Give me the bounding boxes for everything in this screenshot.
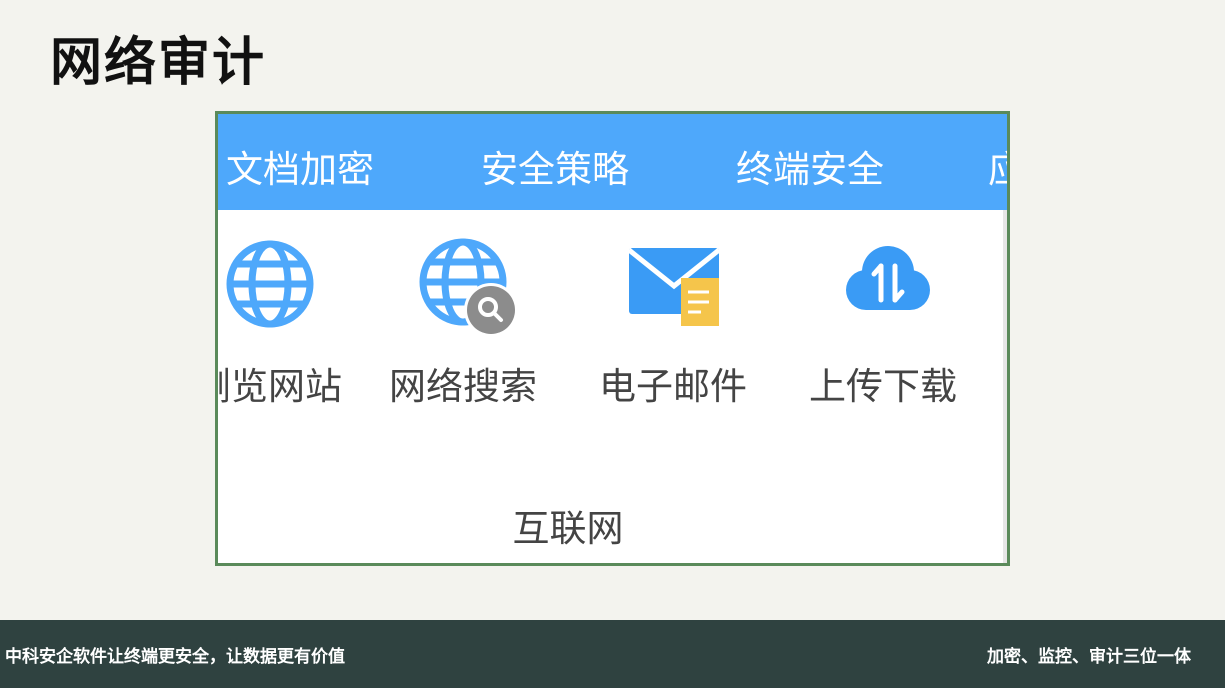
tool-label: 网络搜索 — [389, 365, 537, 408]
tab-cut-off[interactable]: 应 — [988, 146, 1007, 194]
scroll-edge — [1003, 210, 1007, 563]
globe-search-icon — [419, 238, 518, 337]
tool-email[interactable]: 电子邮件 — [583, 234, 763, 414]
globe-icon — [226, 240, 314, 328]
tool-network-search[interactable]: 网络搜索 — [373, 234, 553, 414]
footer-slogan: 中科安企软件让终端更安全，让数据更有价值 — [5, 647, 345, 667]
tool-label: 浏览网站 — [218, 365, 342, 408]
slide-title: 网络审计 — [50, 33, 267, 93]
tab-bar: 文档加密 安全策略 终端安全 应 — [218, 114, 1007, 210]
app-screenshot: 文档加密 安全策略 终端安全 应 浏览网站 — [215, 111, 1010, 566]
cloud-transfer-icon — [846, 246, 930, 310]
group-label-internet: 互联网 — [512, 507, 624, 550]
tool-label: 上传下载 — [809, 365, 957, 408]
email-icon — [627, 248, 721, 326]
tab-endpoint-security[interactable]: 终端安全 — [736, 146, 884, 194]
footer-bar: 中科安企软件让终端更安全，让数据更有价值 加密、监控、审计三位一体 — [0, 620, 1225, 688]
tool-browse-website[interactable]: 浏览网站 — [218, 234, 358, 414]
tool-label: 电子邮件 — [599, 365, 747, 408]
tab-security-policy[interactable]: 安全策略 — [481, 146, 629, 194]
footer-tagline: 加密、监控、审计三位一体 — [987, 647, 1191, 667]
tab-document-encryption[interactable]: 文档加密 — [226, 146, 374, 194]
tool-upload-download[interactable]: 上传下载 — [793, 234, 973, 414]
